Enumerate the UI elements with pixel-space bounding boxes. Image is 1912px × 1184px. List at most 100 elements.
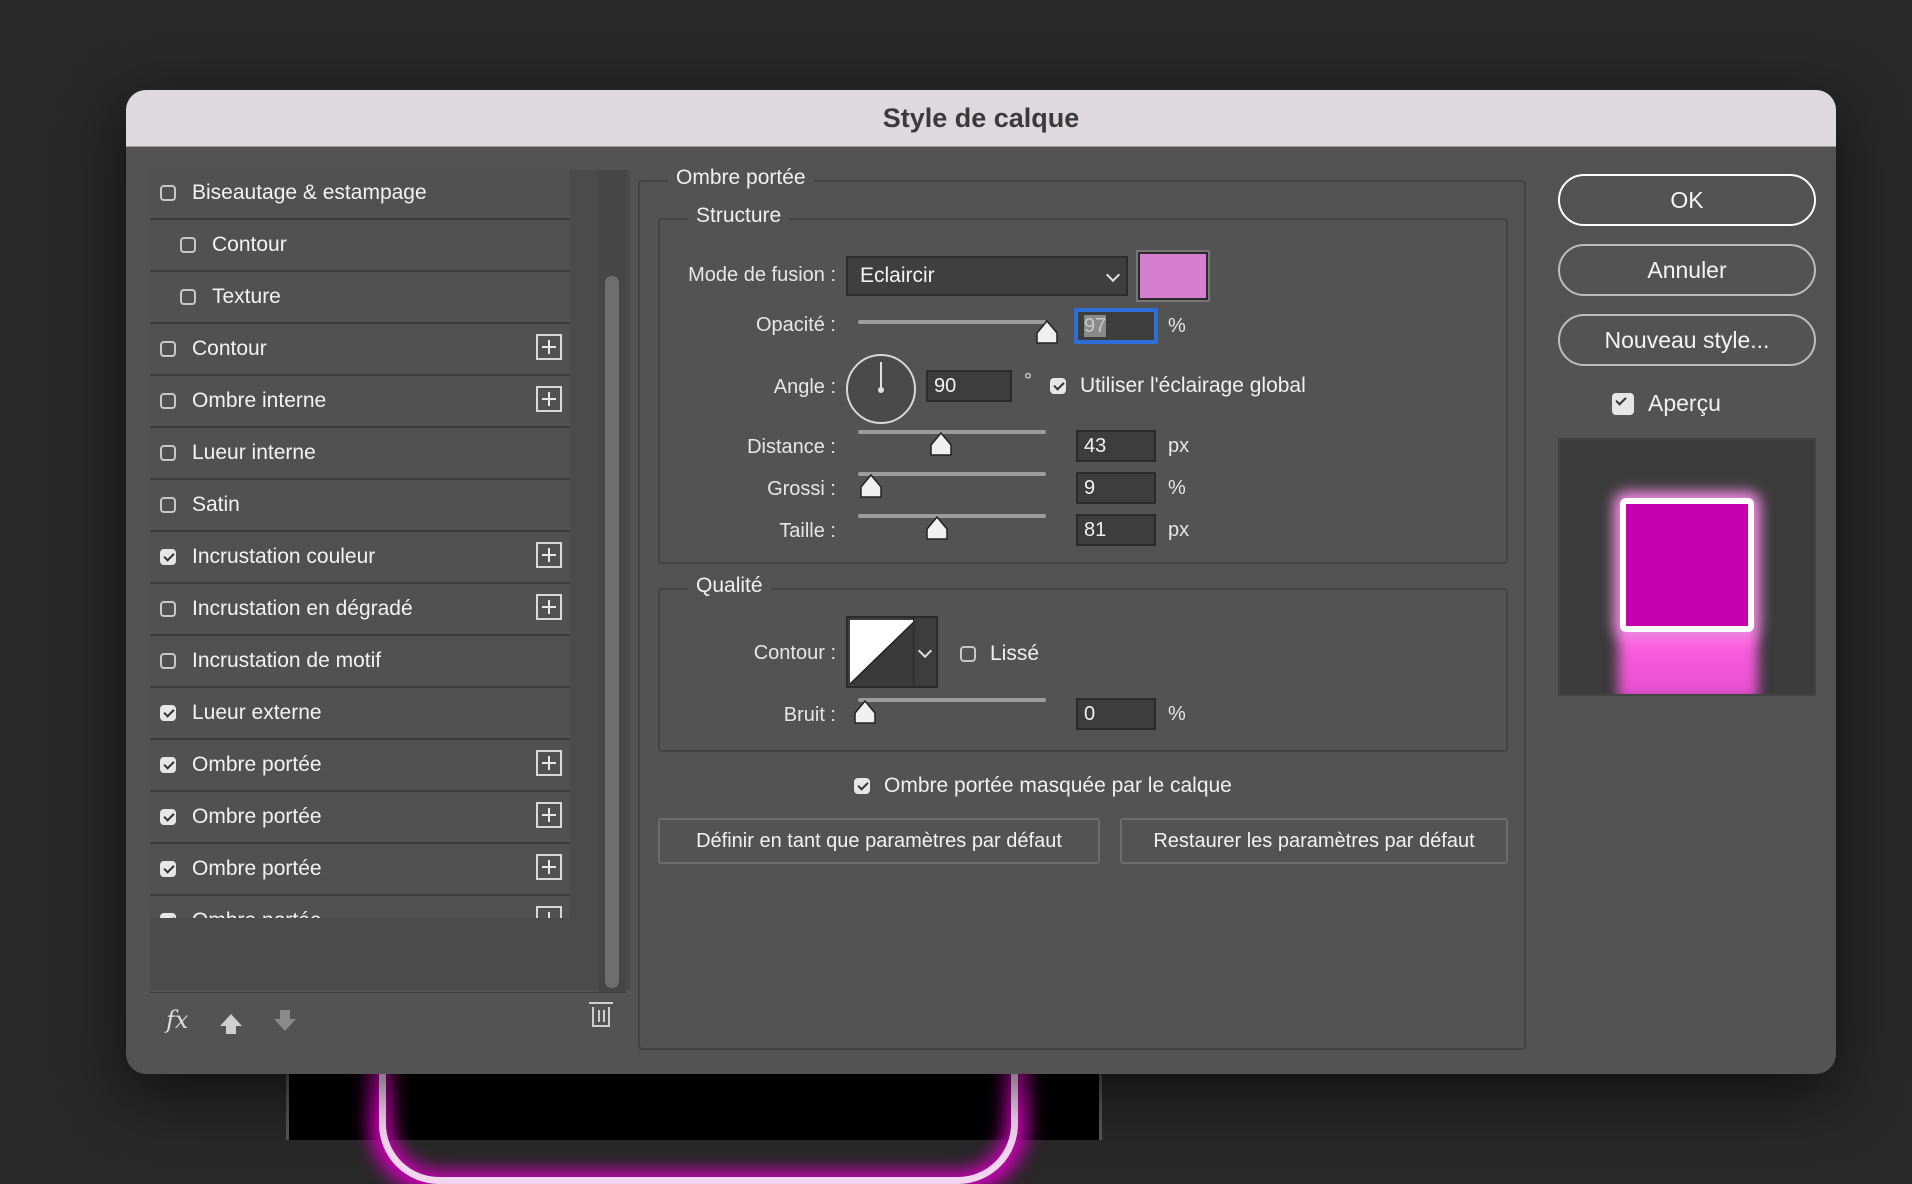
preview-square <box>1620 498 1754 632</box>
effect-label: Ombre portée <box>192 805 322 828</box>
effect-item[interactable]: Satin <box>150 480 570 532</box>
distance-slider[interactable] <box>858 430 1046 434</box>
effect-item[interactable]: Biseautage & estampage <box>150 170 570 220</box>
effect-checkbox[interactable] <box>160 445 176 461</box>
effect-item[interactable]: Texture <box>150 272 570 324</box>
effect-checkbox[interactable] <box>160 393 176 409</box>
contour-dropdown[interactable] <box>913 618 936 686</box>
antialias-label: Lissé <box>990 642 1040 665</box>
effect-item[interactable]: Ombre portée <box>150 896 570 918</box>
move-down-icon[interactable] <box>274 1010 296 1031</box>
effect-checkbox[interactable] <box>160 549 176 565</box>
new-style-button[interactable]: Nouveau style... <box>1558 314 1816 366</box>
ok-button[interactable]: OK <box>1558 174 1816 226</box>
size-slider-thumb[interactable] <box>926 516 948 540</box>
effect-checkbox[interactable] <box>160 913 176 918</box>
preview-shadow <box>1618 630 1758 694</box>
contour-picker[interactable] <box>846 616 938 688</box>
global-light-checkbox[interactable]: Utiliser l'éclairage global <box>1050 374 1306 398</box>
effect-label: Incrustation en dégradé <box>192 597 413 620</box>
effect-item[interactable]: Incrustation couleur <box>150 532 570 584</box>
distance-slider-thumb[interactable] <box>930 432 952 456</box>
add-effect-icon[interactable] <box>536 542 562 568</box>
structure-title: Structure <box>688 204 790 228</box>
effect-checkbox[interactable] <box>180 289 196 305</box>
size-input[interactable]: 81 <box>1076 514 1156 546</box>
add-effect-icon[interactable] <box>536 854 562 880</box>
noise-input[interactable]: 0 <box>1076 698 1156 730</box>
cancel-button[interactable]: Annuler <box>1558 244 1816 296</box>
effect-item[interactable]: Ombre portée <box>150 792 570 844</box>
reset-default-button[interactable]: Restaurer les paramètres par défaut <box>1120 818 1508 864</box>
add-effect-icon[interactable] <box>536 906 562 918</box>
size-slider[interactable] <box>858 514 1046 518</box>
opacity-slider[interactable] <box>858 320 1046 324</box>
opacity-input[interactable]: 97 <box>1076 310 1156 342</box>
spread-label: Grossi : <box>767 478 836 500</box>
antialias-check[interactable] <box>960 646 976 662</box>
effect-label: Biseautage & estampage <box>192 181 427 204</box>
opacity-unit: % <box>1168 315 1186 337</box>
opacity-slider-thumb[interactable] <box>1036 320 1058 344</box>
fx-icon[interactable]: fx <box>166 1006 200 1034</box>
effect-item[interactable]: Lueur externe <box>150 688 570 740</box>
shadow-color-swatch[interactable] <box>1136 250 1210 302</box>
blend-mode-select[interactable]: Eclaircir <box>846 256 1128 296</box>
add-effect-icon[interactable] <box>536 750 562 776</box>
effect-label: Contour <box>212 233 287 256</box>
add-effect-icon[interactable] <box>536 802 562 828</box>
global-light-check[interactable] <box>1050 378 1066 394</box>
knockout-checkbox[interactable]: Ombre portée masquée par le calque <box>854 774 1232 798</box>
effect-checkbox[interactable] <box>160 341 176 357</box>
effects-scrollbar[interactable] <box>598 170 626 992</box>
effect-item[interactable]: Incrustation de motif <box>150 636 570 688</box>
blend-mode-label: Mode de fusion : <box>688 264 836 286</box>
quality-title: Qualité <box>688 574 771 598</box>
preview-check[interactable] <box>1612 392 1634 415</box>
chevron-down-icon <box>1105 267 1121 283</box>
opacity-label: Opacité : <box>755 314 836 336</box>
effect-checkbox[interactable] <box>160 861 176 877</box>
spread-slider-thumb[interactable] <box>860 474 882 498</box>
effect-checkbox[interactable] <box>160 757 176 773</box>
add-effect-icon[interactable] <box>536 594 562 620</box>
noise-slider-thumb[interactable] <box>854 700 876 724</box>
effects-list-toolbar: fx <box>150 992 626 1047</box>
dialog-title: Style de calque <box>126 90 1836 147</box>
knockout-label: Ombre portée masquée par le calque <box>884 774 1232 797</box>
add-effect-icon[interactable] <box>536 334 562 360</box>
effect-checkbox[interactable] <box>180 237 196 253</box>
effect-checkbox[interactable] <box>160 809 176 825</box>
trash-icon[interactable] <box>589 1002 613 1027</box>
move-up-icon[interactable] <box>220 1014 242 1034</box>
antialias-checkbox[interactable]: Lissé <box>960 642 1039 666</box>
effect-label: Ombre portée <box>192 753 322 776</box>
spread-slider[interactable] <box>858 472 1046 476</box>
noise-slider[interactable] <box>858 698 1046 702</box>
distance-input[interactable]: 43 <box>1076 430 1156 462</box>
effects-scroll-thumb[interactable] <box>605 276 619 988</box>
effect-item[interactable]: Ombre interne <box>150 376 570 428</box>
preview-checkbox[interactable]: Aperçu <box>1612 390 1721 417</box>
effect-checkbox[interactable] <box>160 601 176 617</box>
effect-checkbox[interactable] <box>160 653 176 669</box>
blend-mode-value: Eclaircir <box>860 264 935 287</box>
knockout-check[interactable] <box>854 778 870 794</box>
add-effect-icon[interactable] <box>536 386 562 412</box>
angle-unit: ° <box>1024 370 1032 392</box>
effect-item[interactable]: Contour <box>150 324 570 376</box>
make-default-button[interactable]: Définir en tant que paramètres par défau… <box>658 818 1100 864</box>
spread-input[interactable]: 9 <box>1076 472 1156 504</box>
effect-checkbox[interactable] <box>160 185 176 201</box>
angle-dial[interactable] <box>846 354 916 424</box>
effect-item[interactable]: Ombre portée <box>150 844 570 896</box>
effect-checkbox[interactable] <box>160 705 176 721</box>
effect-checkbox[interactable] <box>160 497 176 513</box>
structure-group: Structure Mode de fusion : Eclaircir Opa… <box>658 204 1508 564</box>
effect-label: Incrustation de motif <box>192 649 382 672</box>
effect-item[interactable]: Contour <box>150 220 570 272</box>
effect-item[interactable]: Ombre portée <box>150 740 570 792</box>
angle-input[interactable]: 90 <box>926 370 1012 402</box>
effect-item[interactable]: Incrustation en dégradé <box>150 584 570 636</box>
effect-item[interactable]: Lueur interne <box>150 428 570 480</box>
